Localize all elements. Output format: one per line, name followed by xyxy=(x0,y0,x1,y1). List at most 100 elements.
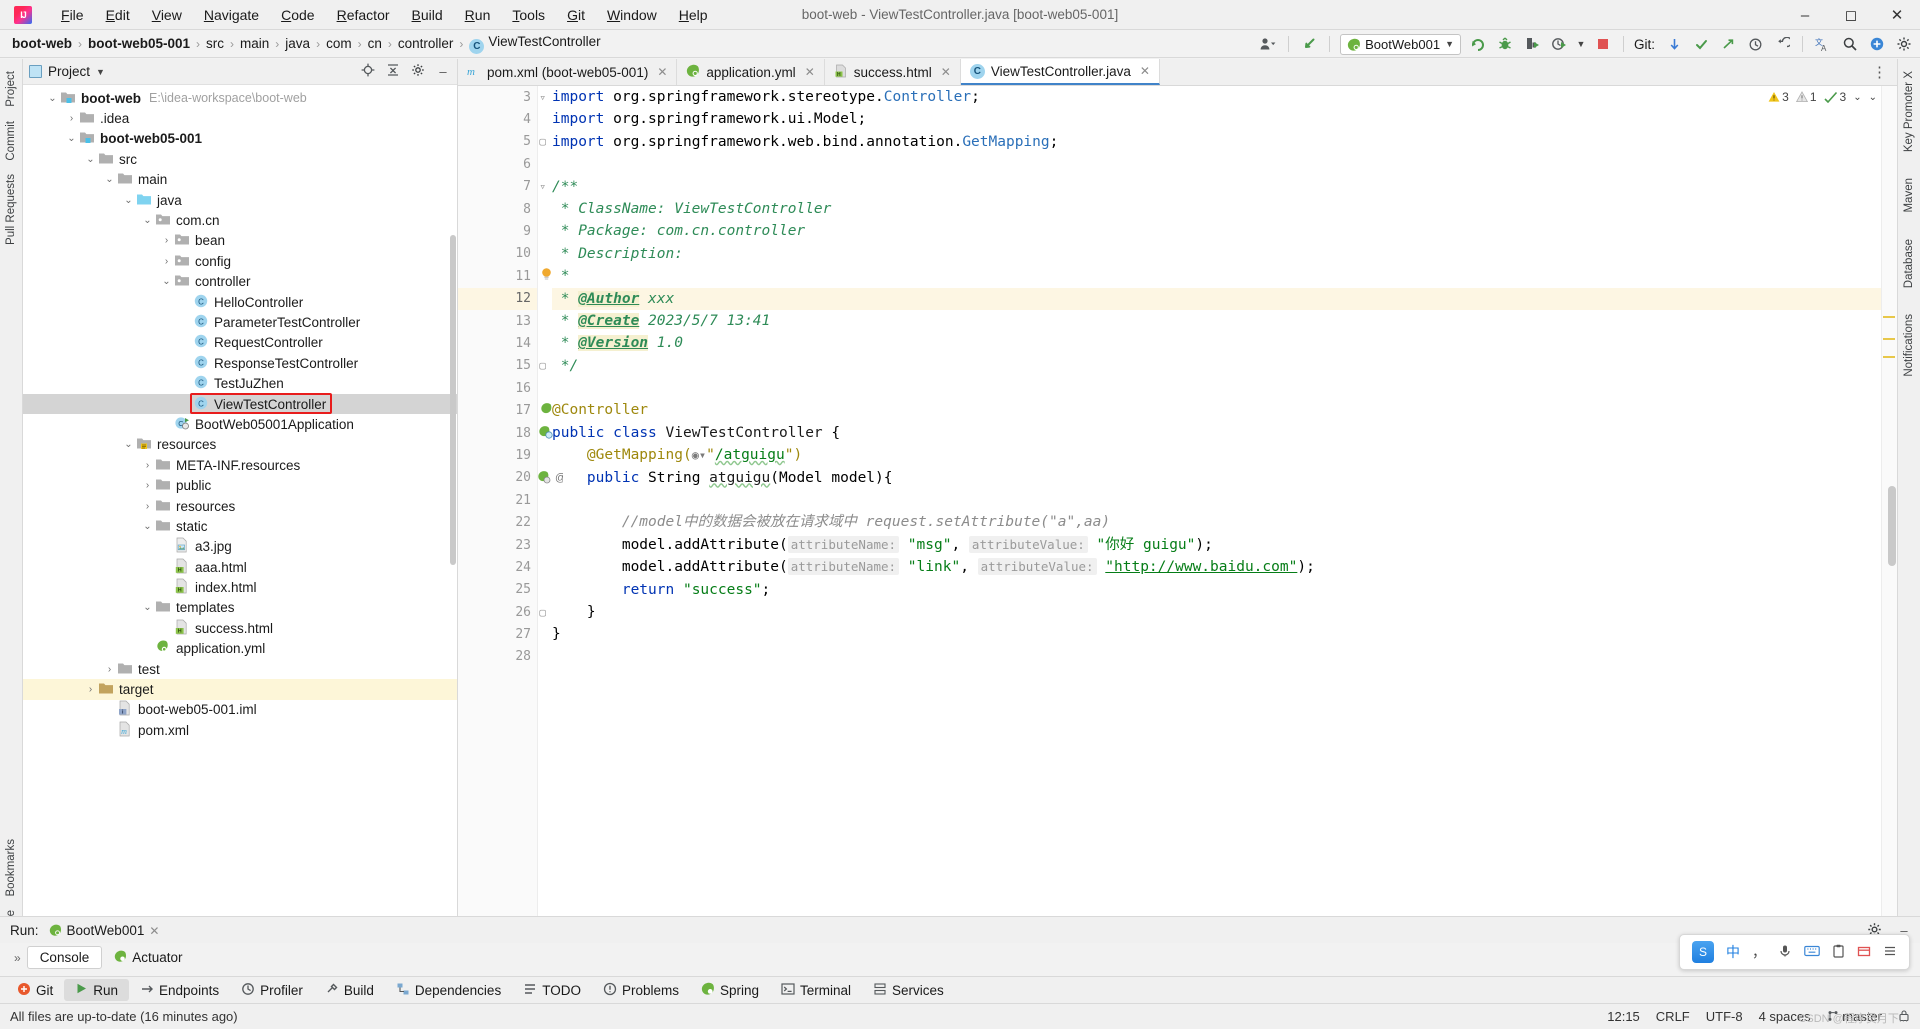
caret-position[interactable]: 12:15 xyxy=(1607,1009,1640,1024)
tree-item[interactable]: ›CTestJuZhen xyxy=(23,373,457,393)
gutter-line-26[interactable]: 26 ▢ xyxy=(458,601,546,623)
close-icon[interactable]: ✕ xyxy=(941,65,951,79)
debug-icon[interactable] xyxy=(1495,34,1515,54)
tree-item[interactable]: ⌄ templates xyxy=(23,598,457,618)
tree-item[interactable]: › test xyxy=(23,659,457,679)
tool-window-run[interactable]: Run xyxy=(64,979,130,1001)
breadcrumb-item-7[interactable]: controller xyxy=(394,35,458,52)
breadcrumb-item-8[interactable]: C ViewTestController xyxy=(465,33,604,55)
editor-gutter[interactable]: 3▿ 4 5▢ 6 7▿ 8 9 10 11 12 13 14 15▢ 16 17 18 19 20@ 21 22 23… xyxy=(458,86,566,969)
menu-tools[interactable]: Tools xyxy=(501,4,556,26)
close-icon[interactable]: ✕ xyxy=(805,65,815,79)
tool-window-services[interactable]: Services xyxy=(862,979,955,1002)
tree-item[interactable]: › target xyxy=(23,679,457,700)
close-button[interactable]: ✕ xyxy=(1874,0,1920,30)
breadcrumb-item-4[interactable]: java xyxy=(281,35,314,52)
menu-view[interactable]: View xyxy=(141,4,193,26)
run-configuration-selector[interactable]: BootWeb001 ▼ xyxy=(1340,33,1461,55)
tree-item[interactable]: ›CParameterTestController xyxy=(23,312,457,332)
gutter-line-10[interactable]: 10 xyxy=(458,243,537,265)
gutter-line-7[interactable]: 7 ▿ xyxy=(458,176,546,198)
breadcrumb-item-2[interactable]: src xyxy=(202,35,228,52)
gutter-line-22[interactable]: 22 xyxy=(458,511,537,533)
menu-file[interactable]: File xyxy=(50,4,95,26)
gutter-line-3[interactable]: 3 ▿ xyxy=(458,86,546,108)
gutter-line-19[interactable]: 19 xyxy=(458,444,537,466)
maximize-button[interactable]: ◻ xyxy=(1828,0,1874,30)
keyboard-icon[interactable] xyxy=(1804,944,1820,960)
menu-icon[interactable] xyxy=(1883,944,1897,960)
history-icon[interactable] xyxy=(1745,34,1765,54)
editor-tab-pom[interactable]: m pom.xml (boot-web05-001) ✕ xyxy=(458,59,678,85)
code-text-area[interactable]: import org.springframework.stereotype.Co… xyxy=(538,86,1897,969)
chevron-down-icon[interactable]: ▼ xyxy=(96,67,105,77)
plugin-icon[interactable] xyxy=(1867,34,1887,54)
menu-run[interactable]: Run xyxy=(454,4,502,26)
gutter-line-23[interactable]: 23 xyxy=(458,534,537,556)
coverage-icon[interactable] xyxy=(1522,34,1542,54)
tree-expand-arrow[interactable]: › xyxy=(102,664,117,675)
menu-help[interactable]: Help xyxy=(668,4,719,26)
tree-item[interactable]: ⌄ boot-web E:\idea-workspace\boot-web xyxy=(23,88,457,108)
gutter-line-16[interactable]: 16 xyxy=(458,377,537,399)
tree-item[interactable]: ›Hindex.html xyxy=(23,577,457,597)
commit-icon[interactable] xyxy=(1691,34,1711,54)
chevron-down-icon[interactable]: ⌄ xyxy=(1853,92,1861,103)
profiler-icon[interactable] xyxy=(1549,34,1569,54)
gutter-line-5[interactable]: 5 ▢ xyxy=(458,131,546,153)
breadcrumb-item-0[interactable]: boot-web xyxy=(8,35,76,52)
minimize-button[interactable]: – xyxy=(1782,0,1828,30)
account-icon[interactable] xyxy=(1258,34,1278,54)
gutter-line-21[interactable]: 21 xyxy=(458,489,537,511)
file-encoding[interactable]: UTF-8 xyxy=(1706,1009,1743,1024)
gutter-line-14[interactable]: 14 xyxy=(458,332,537,354)
gutter-line-18[interactable]: 18 xyxy=(458,422,553,444)
tree-item[interactable]: ⌄ com.cn xyxy=(23,210,457,230)
gear-icon[interactable] xyxy=(410,63,426,80)
editor-tabs-more-icon[interactable]: ⋮ xyxy=(1862,59,1897,85)
tree-expand-arrow[interactable]: ⌄ xyxy=(102,174,117,185)
ime-punctuation-toggle[interactable]: ， xyxy=(1752,942,1766,962)
stop-icon[interactable] xyxy=(1593,34,1613,54)
sidebar-tab-key-promoter-x[interactable]: Key Promoter X xyxy=(1901,65,1917,158)
gutter-line-15[interactable]: 15 ▢ xyxy=(458,355,546,377)
tree-item[interactable]: ›iboot-web05-001.iml xyxy=(23,700,457,720)
close-icon[interactable]: ✕ xyxy=(149,924,159,938)
tree-item[interactable]: ⌄ src xyxy=(23,149,457,169)
ime-language-toggle[interactable]: 中 xyxy=(1726,942,1740,962)
tree-item[interactable]: › resources xyxy=(23,496,457,516)
line-separator[interactable]: CRLF xyxy=(1656,1009,1690,1024)
gutter-line-20[interactable]: 20@ xyxy=(458,467,566,489)
breadcrumb-item-6[interactable]: cn xyxy=(364,35,386,52)
editor-scroll-thumb[interactable] xyxy=(1888,486,1896,566)
tree-item[interactable]: ›application.yml xyxy=(23,639,457,659)
tree-item[interactable]: ⌄ static xyxy=(23,516,457,536)
chevron-down-icon[interactable]: ▼ xyxy=(1576,34,1586,54)
minimize-icon[interactable]: – xyxy=(435,64,451,79)
gear-icon[interactable] xyxy=(1894,34,1914,54)
run-config-tab[interactable]: BootWeb001 ✕ xyxy=(49,923,159,938)
tree-item[interactable]: ⌄ main xyxy=(23,170,457,190)
sidebar-tab-bookmarks[interactable]: Bookmarks xyxy=(3,833,19,903)
inspection-widget[interactable]: 3 1 3 ⌄ ⌄ xyxy=(1764,89,1881,105)
translate-icon[interactable]: 文A xyxy=(1813,34,1833,54)
sidebar-tab-project[interactable]: Project xyxy=(3,65,19,113)
gutter-line-9[interactable]: 9 xyxy=(458,220,537,242)
menu-refactor[interactable]: Refactor xyxy=(326,4,401,26)
tree-item[interactable]: ›mpom.xml xyxy=(23,720,457,740)
mic-icon[interactable] xyxy=(1778,944,1792,961)
tree-expand-arrow[interactable]: › xyxy=(159,256,174,267)
tool-window-build[interactable]: Build xyxy=(314,979,385,1002)
gutter-line-4[interactable]: 4 xyxy=(458,108,537,130)
tool-window-todo[interactable]: TODO xyxy=(512,979,592,1002)
gutter-line-6[interactable]: 6 xyxy=(458,153,537,175)
tree-item[interactable]: › META-INF.resources xyxy=(23,455,457,475)
search-everywhere-icon[interactable] xyxy=(1299,34,1319,54)
tree-item[interactable]: ›CResponseTestController xyxy=(23,353,457,373)
tree-expand-arrow[interactable]: ⌄ xyxy=(140,602,155,613)
tree-expand-arrow[interactable]: ⌄ xyxy=(140,521,155,532)
push-icon[interactable] xyxy=(1718,34,1738,54)
sogou-ime-logo-icon[interactable]: S xyxy=(1692,941,1714,963)
tree-item[interactable]: ›Haaa.html xyxy=(23,557,457,577)
menu-edit[interactable]: Edit xyxy=(95,4,141,26)
